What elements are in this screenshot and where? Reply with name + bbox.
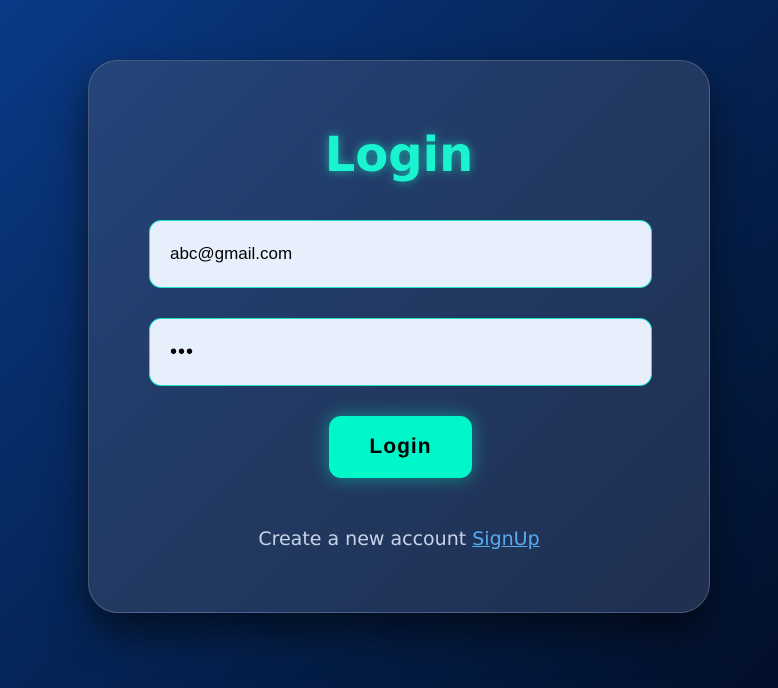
signup-prompt-text: Create a new account xyxy=(258,528,467,550)
login-button[interactable]: Login xyxy=(329,416,472,478)
signup-prompt: Create a new account SignUp xyxy=(89,528,709,550)
signup-link[interactable]: SignUp xyxy=(472,528,539,550)
email-field[interactable] xyxy=(149,220,652,288)
password-field[interactable] xyxy=(149,318,652,386)
login-card: Login Login Create a new account SignUp xyxy=(88,60,710,613)
page-title: Login xyxy=(324,127,474,183)
